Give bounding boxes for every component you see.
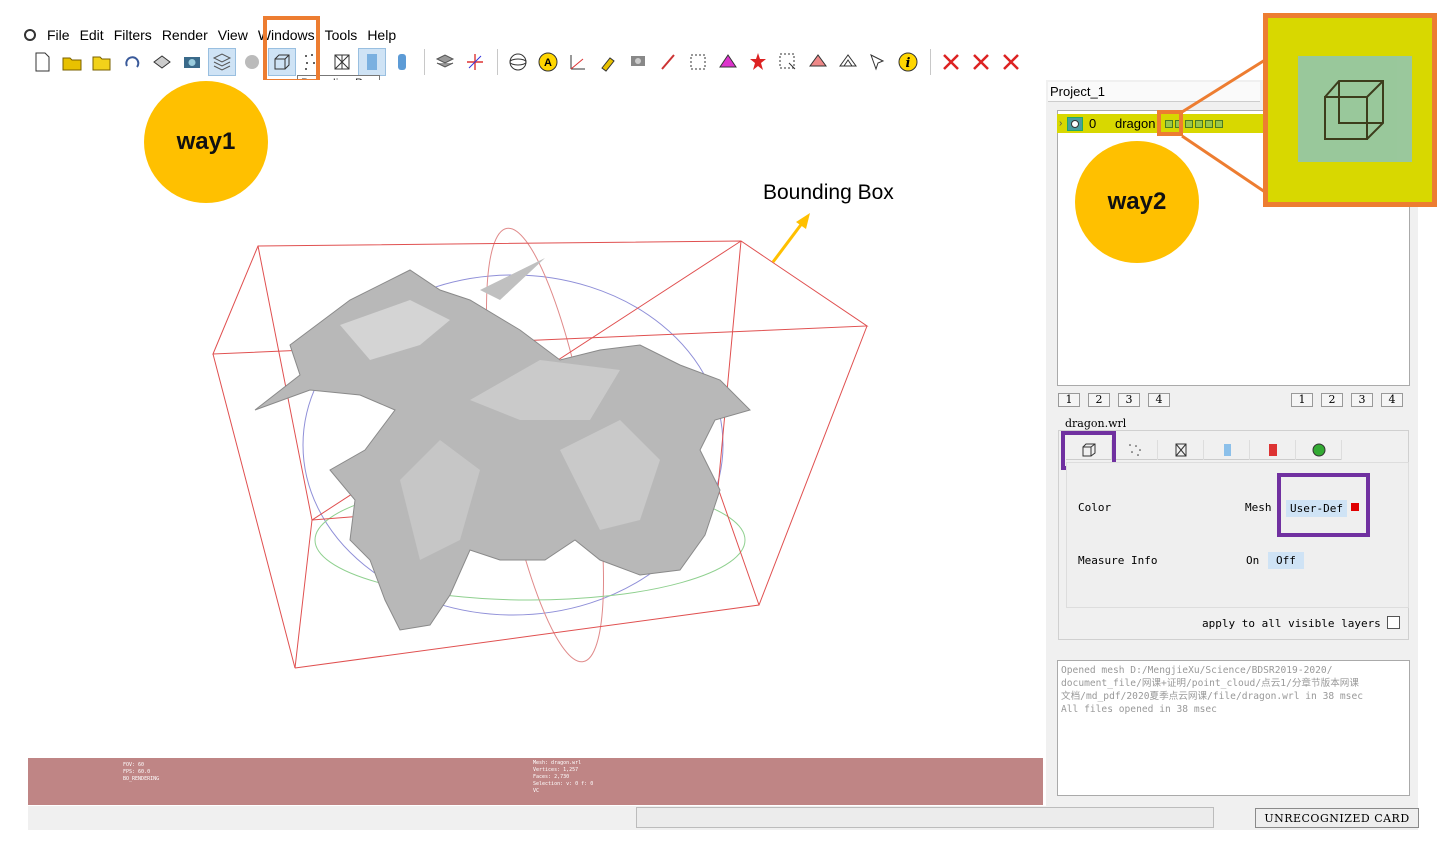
log-line: All files opened in 38 msec [1061,704,1217,715]
log-line: Opened mesh D:/MengjieXu/Science/BDSR201… [1061,665,1333,676]
measure-on-option[interactable]: On [1246,554,1259,567]
color-mode-mesh[interactable]: Mesh [1245,501,1272,514]
log-line: 文档/md_pdf/2020夏季点云网课/file/dragon.wrl in … [1061,691,1364,702]
log-line: document_file/网课+证明/point_cloud/点云1/分章节版… [1061,678,1359,689]
measure-off-option[interactable]: Off [1268,552,1304,569]
measure-info-label: Measure Info [1078,554,1158,567]
apply-all-checkbox[interactable] [1387,616,1400,629]
color-label: Color [1078,501,1112,514]
apply-all-label: apply to all visible layers [1202,617,1381,630]
log-panel[interactable]: Opened mesh D:/MengjieXu/Science/BDSR201… [1057,660,1410,796]
color-option-highlight [1277,473,1370,537]
